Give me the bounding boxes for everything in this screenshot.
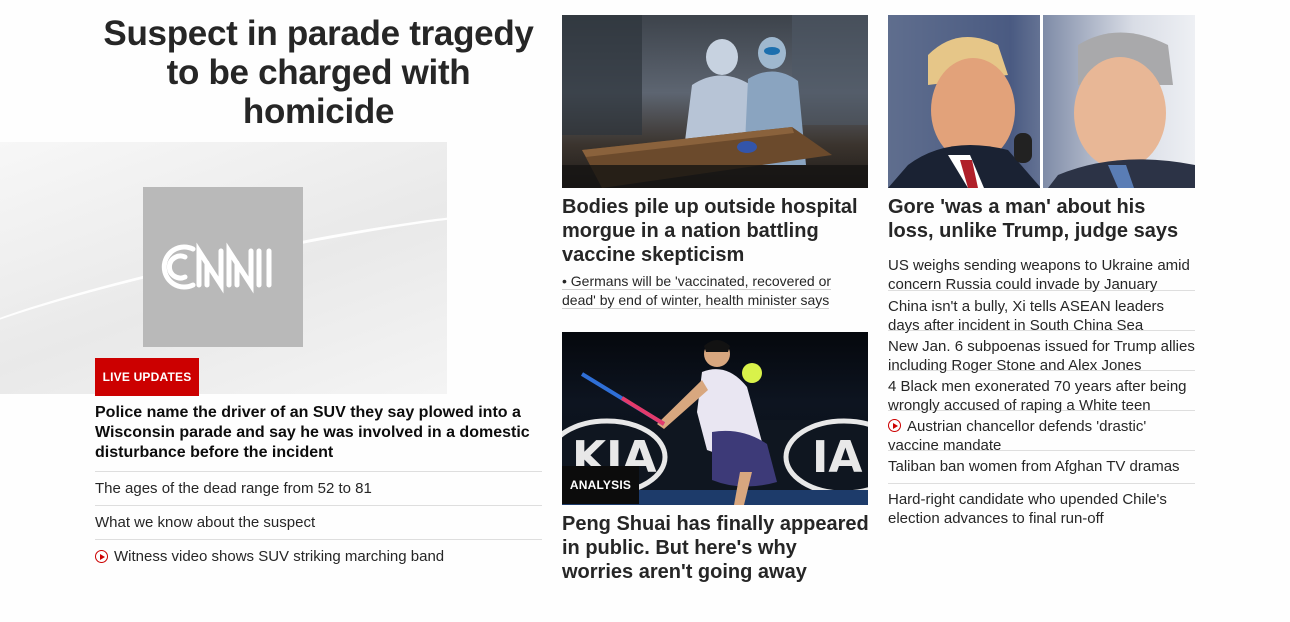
list-item-text[interactable]: Taliban ban women from Afghan TV dramas — [888, 458, 1180, 475]
play-video-icon — [95, 550, 108, 563]
morgue-sub-link[interactable]: • Germans will be 'vaccinated, recovered… — [562, 273, 832, 309]
live-updates-badge[interactable]: LIVE UPDATES — [95, 358, 199, 396]
analysis-badge[interactable]: ANALYSIS — [562, 466, 639, 504]
list-item[interactable]: US weighs sending weapons to Ukraine ami… — [888, 250, 1195, 293]
list-item[interactable]: What we know about the suspect — [95, 505, 542, 539]
headline-list: US weighs sending weapons to Ukraine ami… — [888, 250, 1195, 527]
list-item-text[interactable]: Witness video shows SUV striking marchin… — [114, 548, 444, 565]
svg-text:IA: IA — [812, 432, 862, 483]
hero-lead-link[interactable]: Police name the driver of an SUV they sa… — [95, 403, 542, 463]
play-video-icon — [888, 419, 901, 432]
gore-headline-link[interactable]: Gore 'was a man' about his loss, unlike … — [888, 195, 1195, 243]
list-item-text[interactable]: New Jan. 6 subpoenas issued for Trump al… — [888, 338, 1195, 374]
hero-image[interactable] — [0, 142, 447, 394]
list-item[interactable]: Austrian chancellor defends 'drastic' va… — [888, 410, 1195, 454]
list-item-text[interactable]: US weighs sending weapons to Ukraine ami… — [888, 257, 1190, 293]
list-item[interactable]: Witness video shows SUV striking marchin… — [95, 539, 542, 573]
trump-gore-image[interactable] — [888, 15, 1195, 188]
list-item-text[interactable]: Hard-right candidate who upended Chile's… — [888, 491, 1167, 527]
list-item-text[interactable]: 4 Black men exonerated 70 years after be… — [888, 378, 1187, 414]
list-item[interactable]: New Jan. 6 subpoenas issued for Trump al… — [888, 330, 1195, 374]
hero-headline[interactable]: Suspect in parade tragedy to be charged … — [95, 14, 542, 131]
list-item[interactable]: Hard-right candidate who upended Chile's… — [888, 483, 1195, 527]
list-item[interactable]: The ages of the dead range from 52 to 81 — [95, 471, 542, 505]
list-item-text[interactable]: Austrian chancellor defends 'drastic' va… — [888, 418, 1146, 454]
list-item-text[interactable]: The ages of the dead range from 52 to 81 — [95, 480, 372, 497]
morgue-headline-link[interactable]: Bodies pile up outside hospital morgue i… — [562, 195, 868, 267]
morgue-subheadline[interactable]: • Germans will be 'vaccinated, recovered… — [562, 272, 868, 310]
morgue-image[interactable] — [562, 15, 868, 188]
cnn-logo-icon — [143, 187, 303, 347]
list-item-text[interactable]: China isn't a bully, Xi tells ASEAN lead… — [888, 298, 1164, 334]
tennis-headline-link[interactable]: Peng Shuai has finally appeared in publi… — [562, 512, 872, 584]
hero-related-list: The ages of the dead range from 52 to 81… — [95, 471, 542, 573]
list-item[interactable]: China isn't a bully, Xi tells ASEAN lead… — [888, 290, 1195, 334]
list-item[interactable]: 4 Black men exonerated 70 years after be… — [888, 370, 1195, 414]
list-item-text[interactable]: What we know about the suspect — [95, 514, 315, 531]
hero-column: Suspect in parade tragedy to be charged … — [95, 0, 542, 131]
